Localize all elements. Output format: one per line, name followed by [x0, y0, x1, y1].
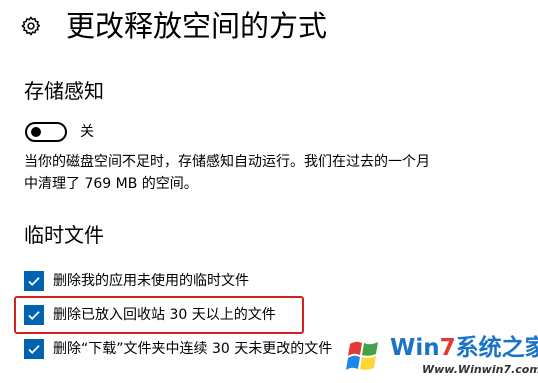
option-delete-downloads-files[interactable]: 删除“下载”文件夹中连续 30 天未更改的文件 — [24, 338, 332, 360]
storage-sense-description: 当你的磁盘空间不足时，存储感知自动运行。我们在过去的一个月 — [24, 154, 430, 170]
storage-sense-heading: 存储感知 — [24, 79, 104, 103]
windows-logo-icon — [346, 341, 378, 370]
storage-sense-description: 中清理了 769 MB 的空间。 — [24, 176, 198, 192]
checkbox-label: 删除“下载”文件夹中连续 30 天未更改的文件 — [53, 341, 333, 357]
page-title: 更改释放空间的方式 — [66, 9, 328, 43]
checkbox-label: 删除我的应用未使用的临时文件 — [53, 273, 249, 289]
checkbox-label: 删除已放入回收站 30 天以上的文件 — [53, 307, 276, 323]
storage-sense-toggle[interactable] — [25, 122, 67, 142]
checkmark-icon — [28, 345, 40, 354]
watermark-url: Www.Winwin7.com — [422, 363, 538, 376]
checkbox[interactable] — [24, 305, 44, 325]
checkmark-icon — [28, 311, 40, 320]
checkmark-icon — [28, 277, 40, 286]
checkbox[interactable] — [24, 271, 44, 291]
toggle-knob — [31, 127, 41, 137]
watermark: Win7系统之家 Www.Winwin7.com — [338, 330, 538, 383]
checkbox[interactable] — [24, 339, 44, 359]
gear-icon — [21, 16, 41, 36]
watermark-brand: Win7系统之家 — [390, 335, 538, 361]
option-delete-recycle-bin-files[interactable]: 删除已放入回收站 30 天以上的文件 — [24, 304, 276, 326]
option-delete-unused-temp-files[interactable]: 删除我的应用未使用的临时文件 — [24, 270, 249, 292]
temp-files-heading: 临时文件 — [24, 223, 104, 247]
toggle-state-label: 关 — [80, 124, 94, 140]
